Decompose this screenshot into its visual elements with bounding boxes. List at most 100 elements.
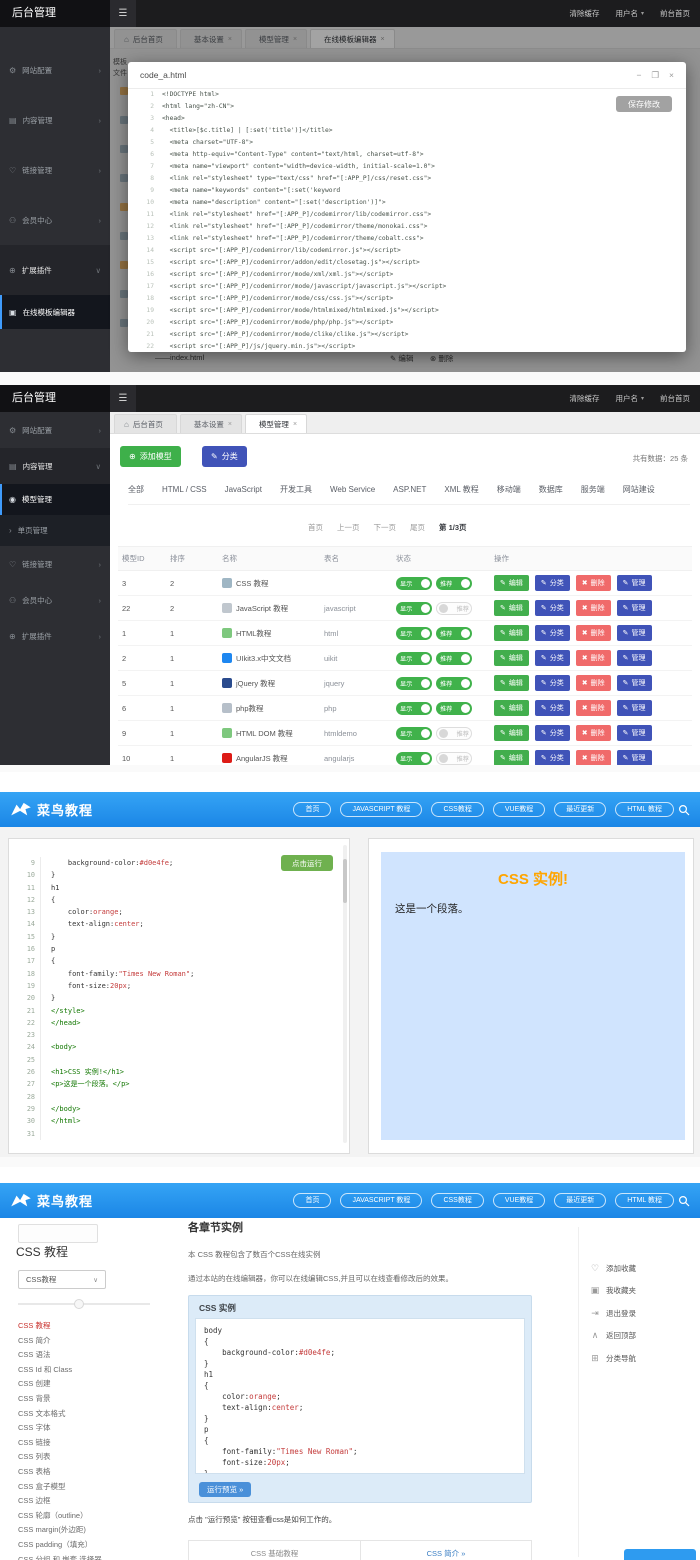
nav-link[interactable]: JAVASCRIPT 教程 [340, 1193, 422, 1208]
filter-tab[interactable]: 开发工具 [280, 484, 312, 499]
pagination-link[interactable]: 下一页 [374, 522, 397, 533]
chapter-link[interactable]: CSS 简介 [18, 1334, 168, 1349]
username-menu[interactable]: 用户名▾ [615, 393, 644, 404]
tool-link[interactable]: ⇥ 退出登录 [590, 1302, 636, 1325]
filter-tab[interactable]: 数据库 [539, 484, 563, 499]
tab-close-icon[interactable]: × [293, 421, 297, 428]
tool-link[interactable]: ♡ 添加收藏 [590, 1257, 636, 1280]
manage-button[interactable]: ✎管理 [617, 600, 652, 616]
save-changes-button[interactable]: 保存修改 [616, 96, 672, 112]
show-toggle[interactable]: 显示 [396, 652, 432, 665]
sidebar-item[interactable]: ⊕ 扩展插件 › [0, 618, 110, 654]
add-model-button[interactable]: ⊕添加模型 [120, 446, 181, 467]
chapter-link[interactable]: CSS 表格 [18, 1465, 168, 1480]
show-toggle[interactable]: 显示 [396, 702, 432, 715]
recommend-toggle[interactable]: 推荐 [436, 677, 472, 690]
recommend-toggle[interactable]: 推荐 [436, 727, 472, 740]
filter-tab[interactable]: HTML / CSS [162, 485, 207, 498]
minimize-icon[interactable]: − [636, 70, 641, 81]
pagination-link[interactable]: 上一页 [337, 522, 360, 533]
filter-tab[interactable]: 网站建设 [623, 484, 655, 499]
nav-link[interactable]: 首页 [293, 1193, 331, 1208]
tutorial-select[interactable]: CSS教程 ∨ [18, 1270, 106, 1289]
delete-button[interactable]: ✖删除 [576, 600, 611, 616]
workspace-tab[interactable]: 基本设置 × [180, 414, 242, 433]
category-button[interactable]: ✎分类 [535, 675, 570, 691]
recommend-toggle[interactable]: 推荐 [436, 577, 472, 590]
sidebar-item[interactable]: ⚙ 网站配置 › [0, 412, 110, 448]
category-button[interactable]: ✎分类 [535, 750, 570, 765]
username-menu[interactable]: 用户名▾ [615, 8, 644, 19]
slider-knob[interactable] [74, 1299, 84, 1309]
filter-tab[interactable]: 移动端 [497, 484, 521, 499]
filter-tab[interactable]: 服务端 [581, 484, 605, 499]
scrollbar-thumb[interactable] [343, 859, 347, 903]
tool-link[interactable]: ⊞ 分类导航 [590, 1347, 636, 1370]
category-button[interactable]: ✎分类 [535, 600, 570, 616]
clear-cache-link[interactable]: 清除缓存 [569, 393, 599, 404]
chapter-link[interactable]: CSS padding（填充） [18, 1538, 168, 1553]
site-logo[interactable]: 菜鸟教程 [10, 800, 93, 819]
edit-button[interactable]: ✎编辑 [494, 750, 529, 765]
tab-close-icon[interactable]: × [228, 421, 232, 428]
pagination-link[interactable]: 首页 [308, 522, 323, 533]
nav-link[interactable]: CSS教程 [431, 802, 483, 817]
filter-tab[interactable]: Web Service [330, 485, 375, 498]
manage-button[interactable]: ✎管理 [617, 650, 652, 666]
manage-button[interactable]: ✎管理 [617, 750, 652, 765]
recommend-toggle[interactable]: 推荐 [436, 752, 472, 765]
menu-toggle-button[interactable]: ☰ [110, 0, 136, 27]
nav-link[interactable]: HTML 教程 [615, 802, 674, 817]
nav-link[interactable]: 最近更新 [554, 802, 606, 817]
chapter-link[interactable]: CSS 创建 [18, 1377, 168, 1392]
delete-button[interactable]: ✖删除 [576, 750, 611, 765]
chapter-link[interactable]: CSS margin(外边距) [18, 1523, 168, 1538]
code-listing[interactable]: 1 <!DOCTYPE html> 2 <html lang="zh-CN"> … [138, 89, 678, 350]
tool-link[interactable]: ▣ 我收藏夹 [590, 1280, 636, 1303]
run-preview-button[interactable]: 运行预览 » [199, 1482, 251, 1497]
show-toggle[interactable]: 显示 [396, 752, 432, 765]
edit-button[interactable]: ✎编辑 [494, 675, 529, 691]
chapter-link[interactable]: CSS 分组 和 嵌套 选择器 [18, 1553, 168, 1560]
category-button[interactable]: ✎分类 [535, 650, 570, 666]
feedback-button[interactable] [624, 1549, 696, 1560]
front-home-link[interactable]: 前台首页 [660, 393, 690, 404]
sidebar-slider[interactable] [18, 1303, 150, 1305]
show-toggle[interactable]: 显示 [396, 602, 432, 615]
filter-tab[interactable]: XML 教程 [444, 484, 478, 499]
site-logo[interactable]: 菜鸟教程 [10, 1191, 93, 1210]
front-home-link[interactable]: 前台首页 [660, 8, 690, 19]
sidebar-item[interactable]: ♡ 链接管理 › [0, 546, 110, 582]
category-button[interactable]: ✎分类 [535, 725, 570, 741]
search-button[interactable] [678, 1195, 690, 1207]
sidebar-item[interactable]: ▣ 在线模板编辑器 [0, 295, 110, 329]
tool-link[interactable]: ∧ 返回顶部 [590, 1325, 636, 1348]
sidebar-item[interactable]: ▤ 内容管理 › [0, 95, 110, 145]
manage-button[interactable]: ✎管理 [617, 700, 652, 716]
chapter-link[interactable]: CSS 盒子模型 [18, 1480, 168, 1495]
filter-tab[interactable]: 全部 [128, 484, 144, 499]
source-editor[interactable]: 9 background-color:#d0e4fe; 10 } 11 h1 [13, 857, 337, 1149]
chapter-link[interactable]: CSS 教程 [18, 1319, 168, 1334]
edit-button[interactable]: ✎编辑 [494, 575, 529, 591]
nav-link[interactable]: 首页 [293, 802, 331, 817]
chapter-link[interactable]: CSS 语法 [18, 1348, 168, 1363]
delete-button[interactable]: ✖删除 [576, 575, 611, 591]
chapter-link[interactable]: CSS 列表 [18, 1450, 168, 1465]
delete-button[interactable]: ✖删除 [576, 700, 611, 716]
chapter-link[interactable]: CSS 字体 [18, 1421, 168, 1436]
chapter-link[interactable]: CSS 背景 [18, 1392, 168, 1407]
edit-button[interactable]: ✎编辑 [494, 625, 529, 641]
edit-button[interactable]: ✎编辑 [494, 725, 529, 741]
edit-button[interactable]: ✎编辑 [494, 700, 529, 716]
nav-link[interactable]: VUE教程 [493, 802, 545, 817]
clear-cache-link[interactable]: 清除缓存 [569, 8, 599, 19]
filter-tab[interactable]: ASP.NET [393, 485, 426, 498]
manage-button[interactable]: ✎管理 [617, 625, 652, 641]
sidebar-item[interactable]: › 单页管理 [0, 515, 110, 546]
delete-button[interactable]: ✖删除 [576, 725, 611, 741]
category-button[interactable]: ✎分类 [535, 575, 570, 591]
delete-button[interactable]: ✖删除 [576, 625, 611, 641]
nav-link[interactable]: CSS教程 [431, 1193, 483, 1208]
nav-link[interactable]: VUE教程 [493, 1193, 545, 1208]
